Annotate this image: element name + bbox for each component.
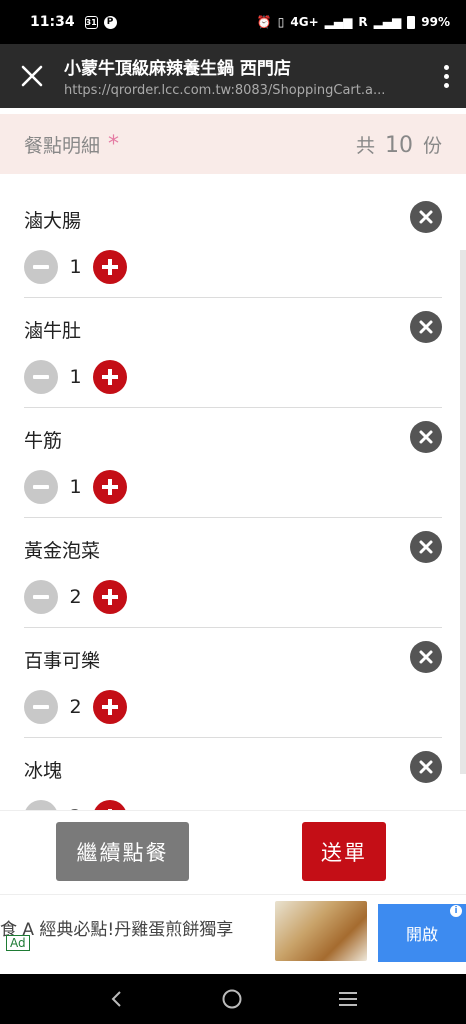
increase-quantity-button[interactable] [93,580,127,614]
page-title: 小蒙牛頂級麻辣養生鍋 西門店 [64,59,291,79]
kebab-dot-icon [443,82,449,88]
remove-item-button[interactable] [410,531,442,563]
decrease-quantity-button[interactable] [24,470,58,504]
required-mark: * [108,131,120,157]
item-name: 滷牛肚 [24,320,82,342]
submit-order-button[interactable]: 送單 [302,822,386,881]
close-icon [419,540,433,554]
close-icon [21,65,43,87]
plus-icon-vertical [108,699,112,715]
total-unit: 份 [422,134,442,157]
signal-icon-2: ▂▄▆ [373,15,402,29]
close-tab-button[interactable] [0,44,64,108]
cart-item: 百事可樂 2 [24,628,442,738]
decrease-quantity-button[interactable] [24,250,58,284]
remove-item-button[interactable] [410,311,442,343]
ad-image[interactable] [275,901,367,961]
increase-quantity-button[interactable] [93,800,127,810]
quantity-value: 2 [69,696,82,718]
cart-item-list[interactable]: 滷大腸 1 滷牛肚 1 牛筋 1 黃金泡菜 2 百事可樂 2 冰塊 3 [0,188,466,810]
minus-icon [33,375,49,379]
quantity-value: 1 [69,476,82,498]
decrease-quantity-button[interactable] [24,580,58,614]
ad-badge: Ad [6,935,30,951]
increase-quantity-button[interactable] [93,250,127,284]
quantity-stepper: 3 [24,800,127,810]
plus-icon-vertical [108,589,112,605]
cart-item: 滷大腸 1 [24,188,442,298]
page-url[interactable]: https://qrorder.lcc.com.tw:8083/Shopping… [64,83,404,98]
battery-level: 99% [421,15,450,29]
ad-text[interactable]: 食 A 經典必點!丹雞蛋煎餅獨享 [0,915,270,940]
cart-item: 冰塊 3 [24,738,442,810]
decrease-quantity-button[interactable] [24,360,58,394]
roaming-indicator: R [358,15,368,29]
total-count-value: 10 [384,132,413,158]
status-bar: 11:34 31 P ⏰ ▯ 4G+ ▂▄▆ R ▂▄▆ 99% [0,0,466,44]
system-nav-bar [0,974,466,1024]
battery-icon [407,15,416,29]
close-icon [419,650,433,664]
continue-ordering-button[interactable]: 繼續點餐 [56,822,189,881]
order-summary-header: 餐點明細 * 共 10 份 [0,114,466,174]
home-icon[interactable] [221,988,243,1010]
quantity-stepper: 2 [24,690,127,724]
calendar-notification-icon: 31 [84,15,98,29]
item-name: 滷大腸 [24,210,82,232]
close-icon [419,430,433,444]
quantity-stepper: 1 [24,250,127,284]
cart-item: 黃金泡菜 2 [24,518,442,628]
increase-quantity-button[interactable] [93,360,127,394]
quantity-stepper: 1 [24,470,127,504]
item-name: 黃金泡菜 [24,540,101,562]
minus-icon [33,595,49,599]
increase-quantity-button[interactable] [93,470,127,504]
browser-toolbar: 小蒙牛頂級麻辣養生鍋 西門店 https://qrorder.lcc.com.t… [0,44,466,108]
network-type: 4G+ [290,15,319,29]
minus-icon [33,265,49,269]
close-icon [419,210,433,224]
item-name: 冰塊 [24,760,63,782]
plus-icon-vertical [108,369,112,385]
kebab-dot-icon [443,73,449,79]
back-icon[interactable] [107,989,127,1009]
plus-icon-vertical [108,479,112,495]
more-options-button[interactable] [426,44,466,108]
quantity-value: 1 [69,366,82,388]
cart-item: 牛筋 1 [24,408,442,518]
total-prefix: 共 [355,134,375,157]
plus-icon-vertical [108,259,112,275]
summary-label: 餐點明細 [24,134,101,157]
minus-icon [33,705,49,709]
close-icon [419,320,433,334]
remove-item-button[interactable] [410,421,442,453]
kebab-dot-icon [443,64,449,70]
signal-icon: ▂▄▆ [324,15,353,29]
remove-item-button[interactable] [410,641,442,673]
quantity-stepper: 2 [24,580,127,614]
close-icon [419,760,433,774]
minus-icon [33,485,49,489]
cart-item: 滷牛肚 1 [24,298,442,408]
recent-apps-icon[interactable] [337,989,359,1009]
remove-item-button[interactable] [410,751,442,783]
ad-banner[interactable]: 食 A 經典必點!丹雞蛋煎餅獨享 Ad 開啟 i [0,894,466,974]
quantity-value: 1 [69,256,82,278]
app-notification-icon: P [103,15,117,29]
action-bar: 繼續點餐 送單 [0,810,466,894]
increase-quantity-button[interactable] [93,690,127,724]
total-count: 共 10 份 [356,131,442,158]
item-name: 牛筋 [24,430,63,452]
alarm-icon: ⏰ [256,15,272,29]
quantity-value: 2 [69,586,82,608]
decrease-quantity-button[interactable] [24,690,58,724]
quantity-stepper: 1 [24,360,127,394]
remove-item-button[interactable] [410,201,442,233]
vibrate-icon: ▯ [277,15,285,29]
item-name: 百事可樂 [24,650,101,672]
decrease-quantity-button[interactable] [24,800,58,810]
ad-info-icon[interactable]: i [449,904,463,918]
scrollbar[interactable] [460,250,466,774]
status-time: 11:34 [30,14,75,30]
